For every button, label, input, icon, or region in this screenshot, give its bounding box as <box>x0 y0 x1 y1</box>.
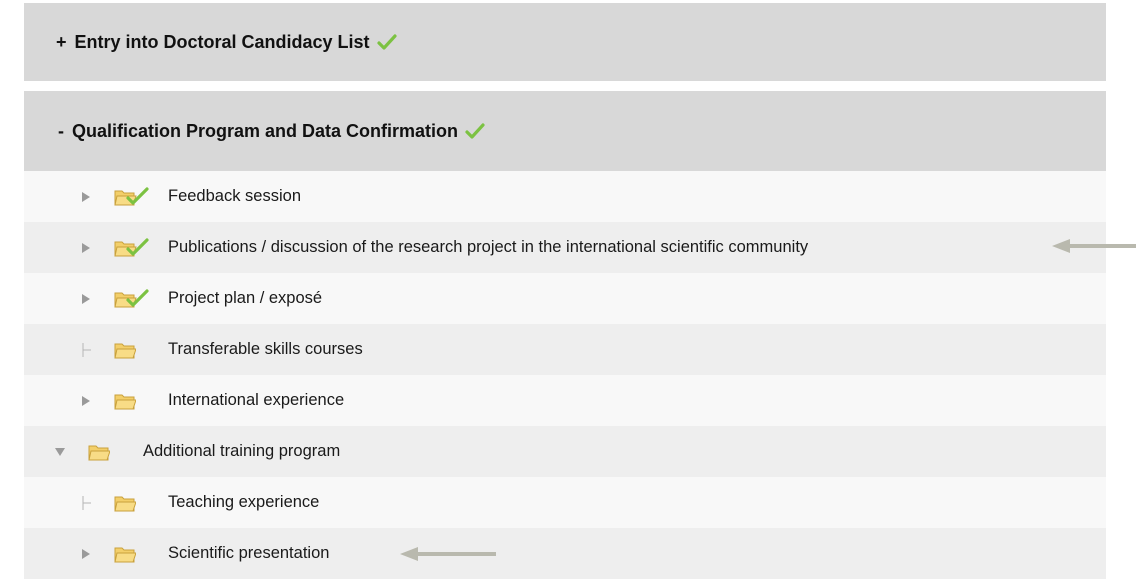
tree-item-feedback-session[interactable]: Feedback session <box>24 171 1106 222</box>
folder-check-icon <box>114 237 150 258</box>
check-icon <box>376 34 397 50</box>
folder-icon <box>88 442 110 462</box>
triangle-right-icon[interactable] <box>80 292 92 306</box>
annotation-arrow-icon <box>400 547 496 561</box>
tree-item-scientific-presentation[interactable]: Scientific presentation <box>24 528 1106 579</box>
tree-branch-icon <box>80 342 92 357</box>
tree-item-label: Additional training program <box>143 442 341 460</box>
tree-item-label: Feedback session <box>168 187 301 205</box>
tree-item-label: Scientific presentation <box>168 544 330 562</box>
folder-icon <box>114 493 136 513</box>
triangle-right-icon[interactable] <box>80 241 92 255</box>
folder-check-icon <box>114 186 150 207</box>
triangle-down-icon[interactable] <box>54 445 66 459</box>
tree-item-label: International experience <box>168 391 345 409</box>
section-header-qualification-program[interactable]: - Qualification Program and Data Confirm… <box>24 91 1106 171</box>
collapse-sign: - <box>58 120 64 141</box>
folder-icon <box>114 391 136 411</box>
tree-item-label: Project plan / exposé <box>168 289 323 307</box>
tree-item-label: Teaching experience <box>168 493 320 511</box>
folder-icon <box>114 544 136 564</box>
tree-item-label: Transferable skills courses <box>168 340 363 358</box>
triangle-right-icon[interactable] <box>80 547 92 561</box>
check-icon <box>465 123 485 139</box>
expand-sign: + <box>56 31 67 52</box>
triangle-right-icon[interactable] <box>80 394 92 408</box>
tree-item-transferable-skills[interactable]: Transferable skills courses <box>24 324 1106 375</box>
tree-branch-icon <box>80 495 92 510</box>
tree-item-project-plan[interactable]: Project plan / exposé <box>24 273 1106 324</box>
tree-item-publications[interactable]: Publications / discussion of the researc… <box>24 222 1106 273</box>
tree-item-label: Publications / discussion of the researc… <box>168 238 809 256</box>
folder-icon <box>114 340 136 360</box>
section-header-entry-doctoral-candidacy[interactable]: + Entry into Doctoral Candidacy List <box>24 3 1106 81</box>
tree-item-international-experience[interactable]: International experience <box>24 375 1106 426</box>
section-title: Entry into Doctoral Candidacy List <box>74 31 370 52</box>
qualification-tree: Feedback session Publications / discussi… <box>24 171 1106 579</box>
folder-check-icon <box>114 288 150 309</box>
section-title: Qualification Program and Data Confirmat… <box>72 120 459 141</box>
annotation-arrow-icon <box>1052 239 1136 253</box>
tree-item-teaching-experience[interactable]: Teaching experience <box>24 477 1106 528</box>
triangle-right-icon[interactable] <box>80 190 92 204</box>
tree-item-additional-training[interactable]: Additional training program <box>24 426 1106 477</box>
